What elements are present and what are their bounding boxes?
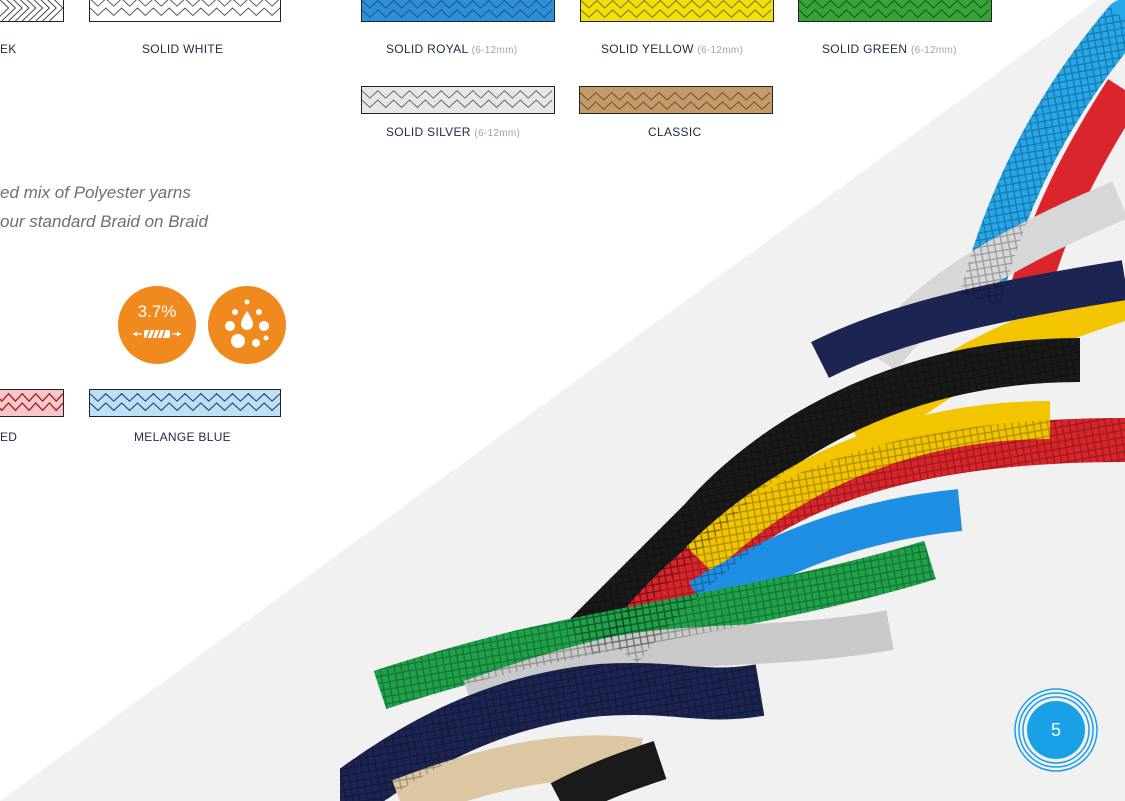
water-badge (208, 286, 286, 364)
stretch-badge: 3.7% (118, 286, 196, 364)
description-line-1: ed mix of Polyester yarns (0, 183, 191, 202)
swatch-label-ek: EK (0, 42, 17, 56)
swatch-label-red: ED (0, 430, 18, 444)
stretch-rope-icon (133, 329, 181, 339)
stretch-value: 3.7% (137, 302, 177, 321)
swatch-melange-blue (89, 389, 281, 417)
swatch-label-melange-blue: MELANGE BLUE (134, 430, 231, 444)
swatch-red (0, 389, 64, 417)
description-line-2: our standard Braid on Braid (0, 212, 208, 231)
water-drops-icon (225, 299, 269, 348)
swatch-ek (0, 0, 64, 22)
swatch-solid-white (89, 0, 281, 22)
page-number-badge: 5 (1013, 687, 1099, 773)
product-description: ed mix of Polyester yarns our standard B… (0, 178, 290, 236)
braided-ropes-image (340, 0, 1125, 801)
swatch-label-solid-white: SOLID WHITE (142, 42, 224, 56)
page-number: 5 (1050, 720, 1061, 740)
